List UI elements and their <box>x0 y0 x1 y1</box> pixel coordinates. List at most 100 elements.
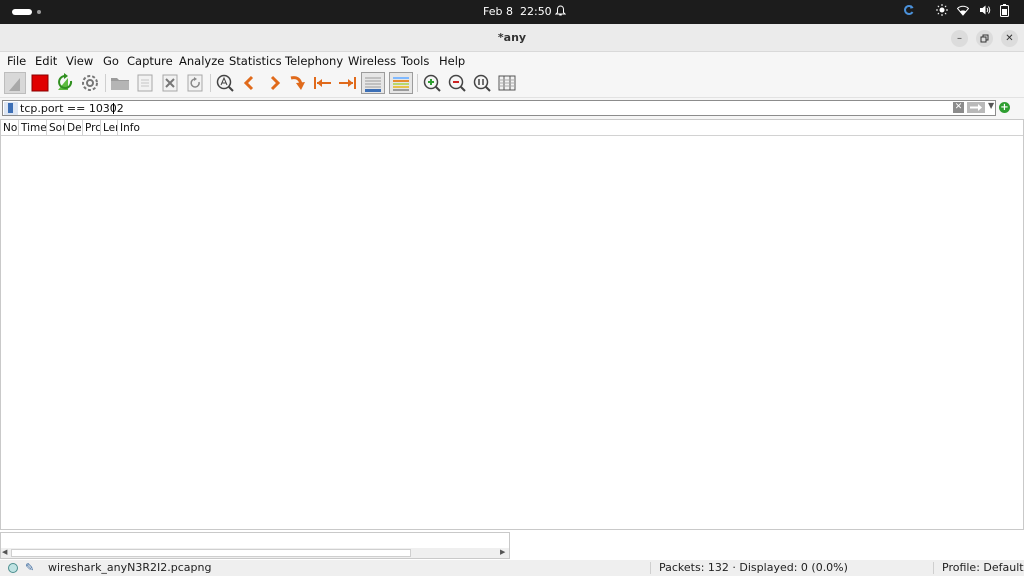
zoom-normal-button[interactable] <box>471 72 493 94</box>
packet-details-pane[interactable]: ◀ ▶ <box>0 532 510 559</box>
volume-icon[interactable] <box>979 4 991 19</box>
system-top-bar: Feb 8 22:50 <box>0 0 1024 24</box>
colorize-button[interactable] <box>389 72 413 94</box>
menu-view[interactable]: View <box>66 54 93 68</box>
text-cursor <box>113 103 114 114</box>
screen: Feb 8 22:50 *any – ✕ File Edit View Go C… <box>0 0 1024 576</box>
menu-capture[interactable]: Capture <box>127 54 173 68</box>
notification-bell-icon[interactable] <box>554 5 567 20</box>
expert-info-status-icon[interactable] <box>8 563 18 573</box>
zoom-out-button[interactable] <box>446 72 468 94</box>
go-last-packet-button[interactable] <box>336 72 358 94</box>
horizontal-scrollbar[interactable]: ◀ ▶ <box>1 548 509 558</box>
packet-list-header: No Time Sou De Prc Ler Info <box>1 120 1023 136</box>
status-separator <box>933 562 934 574</box>
brightness-icon[interactable] <box>936 4 948 19</box>
capture-file-name: wireshark_anyN3R2I2.pcapng <box>48 561 212 574</box>
profile-indicator[interactable]: Profile: Default <box>942 561 1024 574</box>
toolbar-separator <box>105 74 106 92</box>
start-capture-button[interactable] <box>4 72 26 94</box>
shark-fin-icon <box>9 78 20 91</box>
toolbar-separator <box>417 74 418 92</box>
battery-icon[interactable] <box>1000 4 1009 20</box>
display-filter-input[interactable] <box>20 101 920 115</box>
find-packet-button[interactable] <box>214 72 236 94</box>
arrow-left-icon <box>243 75 254 91</box>
stop-capture-button[interactable] <box>29 72 51 94</box>
display-filter-field[interactable]: ✕ ▼ <box>2 100 996 116</box>
scrollbar-thumb[interactable] <box>11 549 411 557</box>
save-file-button[interactable] <box>134 72 156 94</box>
clock-time: 22:50 <box>519 5 552 18</box>
scroll-left-icon[interactable]: ◀ <box>2 548 7 556</box>
capture-options-button[interactable] <box>79 72 101 94</box>
column-header-source[interactable]: Sou <box>47 120 65 136</box>
reload-icon <box>187 74 203 92</box>
resize-columns-button[interactable] <box>496 72 518 94</box>
add-filter-button-icon[interactable]: + <box>999 102 1010 113</box>
restore-button[interactable] <box>976 30 993 47</box>
menu-bar: File Edit View Go Capture Analyze Statis… <box>0 52 1024 69</box>
menu-wireless[interactable]: Wireless <box>348 54 396 68</box>
window-title-bar[interactable]: *any – ✕ <box>0 24 1024 52</box>
colorize-icon <box>393 77 409 91</box>
column-header-no[interactable]: No <box>1 120 19 136</box>
wifi-icon[interactable] <box>956 4 970 19</box>
close-file-button[interactable] <box>159 72 181 94</box>
reload-file-button[interactable] <box>184 72 206 94</box>
column-header-protocol[interactable]: Prc <box>83 120 101 136</box>
column-header-length[interactable]: Ler <box>101 120 118 136</box>
column-header-info[interactable]: Info <box>118 120 1023 136</box>
packet-counts: Packets: 132 · Displayed: 0 (0.0%) <box>659 561 848 574</box>
close-window-button[interactable]: ✕ <box>1001 30 1018 47</box>
menu-file[interactable]: File <box>7 54 26 68</box>
filter-bookmark-icon[interactable] <box>4 102 18 115</box>
zoom-out-icon <box>448 74 466 92</box>
auto-scroll-icon <box>365 77 381 92</box>
zoom-in-icon <box>423 74 441 92</box>
jump-arrow-icon <box>290 76 305 90</box>
menu-tools[interactable]: Tools <box>401 54 429 68</box>
capture-comment-icon[interactable]: ✎ <box>25 561 34 574</box>
resize-columns-icon <box>498 75 516 91</box>
zoom-in-button[interactable] <box>421 72 443 94</box>
minimize-button[interactable]: – <box>951 30 968 47</box>
status-separator <box>650 562 651 574</box>
arrow-right-icon <box>270 75 281 91</box>
auto-scroll-button[interactable] <box>361 72 385 94</box>
gear-icon <box>82 75 98 91</box>
clock-date: Feb 8 <box>483 5 513 18</box>
workspace-indicator[interactable] <box>37 10 41 14</box>
restart-icon <box>58 73 73 90</box>
clear-filter-icon[interactable]: ✕ <box>953 102 964 113</box>
find-icon <box>216 74 234 92</box>
update-icon[interactable] <box>903 4 915 19</box>
filter-history-dropdown-icon[interactable]: ▼ <box>988 101 994 110</box>
open-file-button[interactable] <box>109 72 131 94</box>
first-packet-icon <box>314 77 331 89</box>
scroll-right-icon[interactable]: ▶ <box>500 548 505 556</box>
column-header-destination[interactable]: De <box>65 120 83 136</box>
menu-edit[interactable]: Edit <box>35 54 57 68</box>
restart-capture-button[interactable] <box>54 72 76 94</box>
close-file-icon <box>162 74 178 92</box>
last-packet-icon <box>339 77 356 89</box>
menu-analyze[interactable]: Analyze <box>179 54 224 68</box>
activities-button[interactable] <box>12 9 32 15</box>
go-to-packet-button[interactable] <box>287 72 309 94</box>
go-forward-button[interactable] <box>263 72 285 94</box>
column-header-time[interactable]: Time <box>19 120 47 136</box>
menu-statistics[interactable]: Statistics <box>229 54 282 68</box>
go-back-button[interactable] <box>239 72 261 94</box>
stop-icon <box>31 74 49 92</box>
menu-go[interactable]: Go <box>103 54 119 68</box>
window-title: *any <box>497 31 527 44</box>
go-first-packet-button[interactable] <box>312 72 334 94</box>
main-toolbar <box>0 69 1024 98</box>
menu-help[interactable]: Help <box>439 54 465 68</box>
menu-telephony[interactable]: Telephony <box>285 54 343 68</box>
clock[interactable]: Feb 8 22:50 <box>483 5 552 18</box>
packet-list[interactable]: No Time Sou De Prc Ler Info <box>0 119 1024 530</box>
apply-filter-arrow-icon[interactable] <box>967 102 985 113</box>
zoom-normal-icon <box>473 74 491 92</box>
